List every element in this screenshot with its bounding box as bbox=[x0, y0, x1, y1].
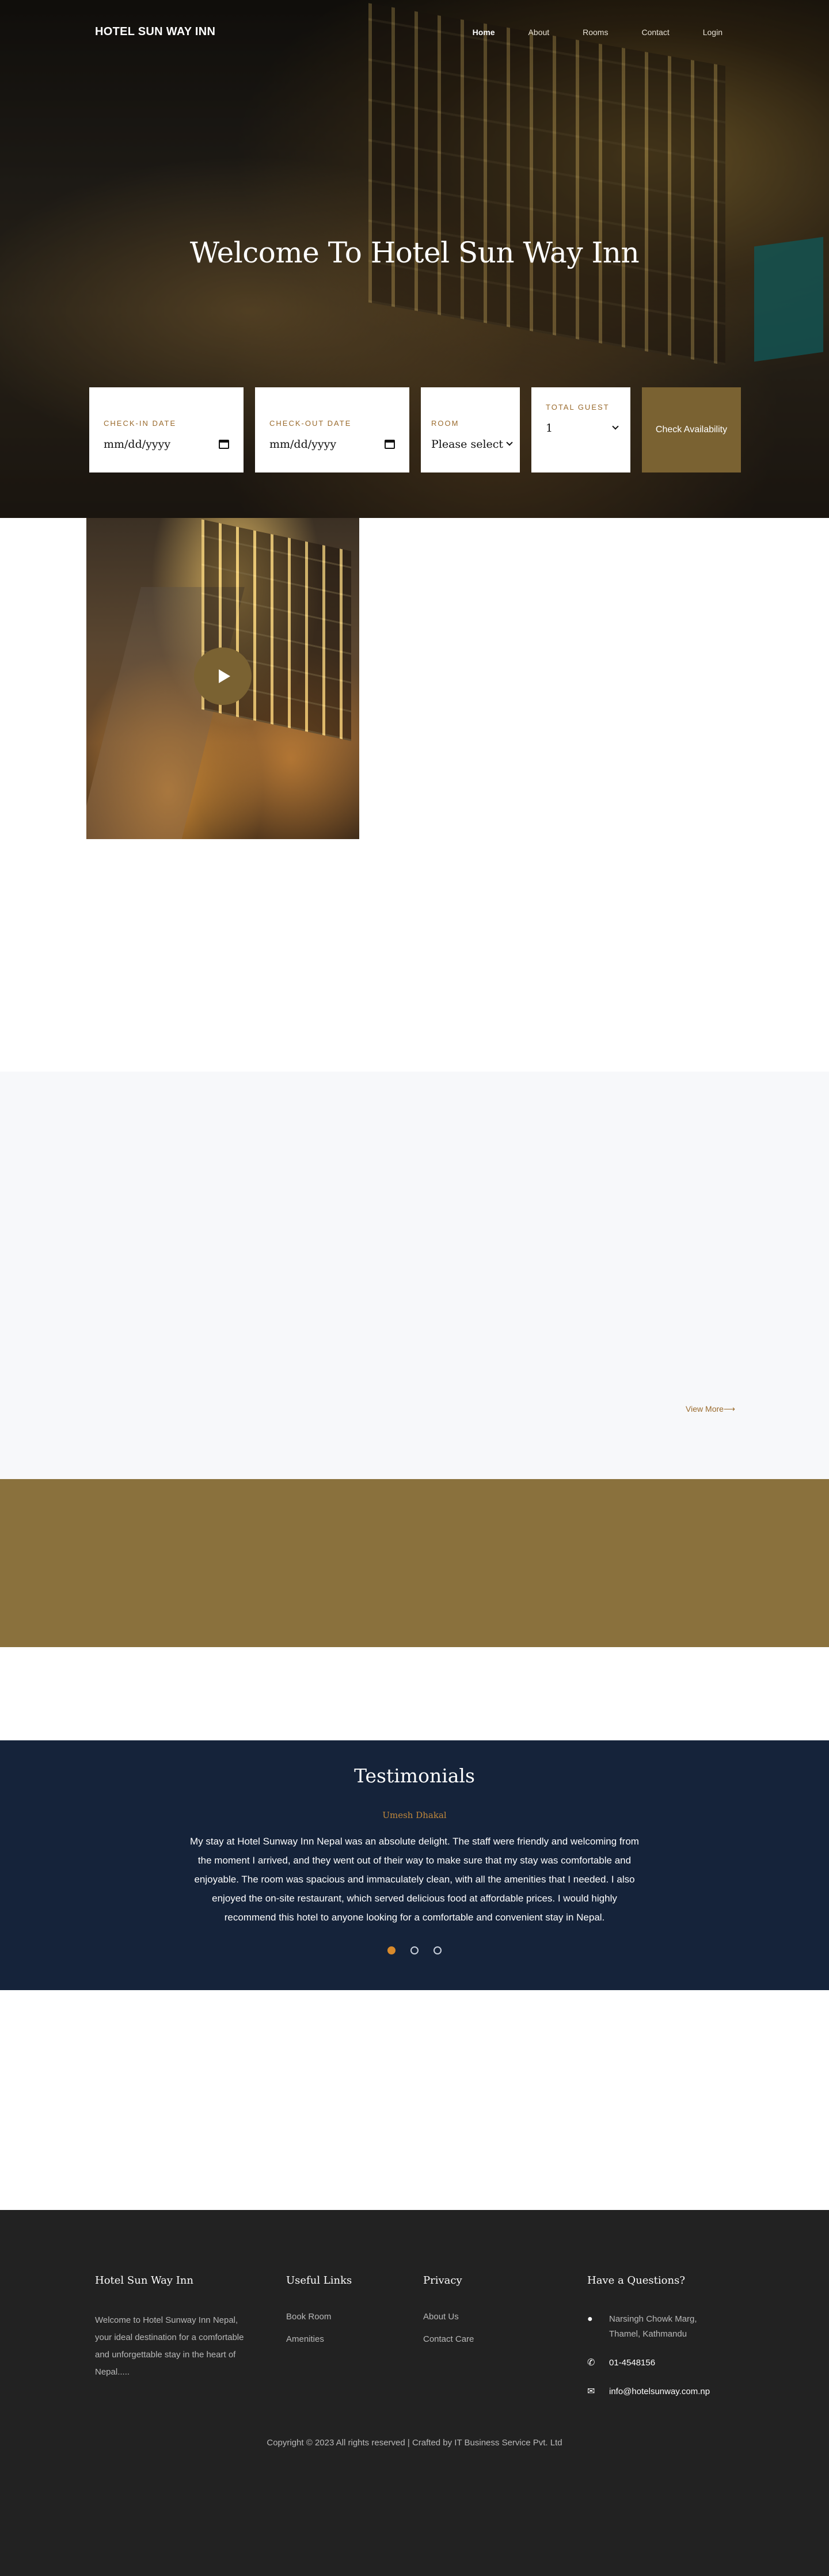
calendar-icon[interactable] bbox=[385, 440, 395, 449]
play-video-button[interactable] bbox=[194, 647, 252, 705]
checkout-field[interactable]: CHECK-OUT DATE mm/dd/yyyy bbox=[255, 387, 409, 472]
checkout-input[interactable]: mm/dd/yyyy bbox=[269, 438, 395, 451]
footer-about-text: Welcome to Hotel Sunway Inn Nepal, your … bbox=[95, 2315, 244, 2377]
footer-email[interactable]: info@hotelsunway.com.np bbox=[609, 2384, 710, 2399]
carousel-dot-3[interactable] bbox=[433, 1946, 442, 1954]
checkout-label: CHECK-OUT DATE bbox=[269, 419, 352, 428]
checkin-label: CHECK-IN DATE bbox=[104, 419, 177, 428]
footer-link-contact-care[interactable]: Contact Care bbox=[423, 2334, 538, 2344]
guest-value: 1 bbox=[546, 422, 553, 435]
footer-links-title: Useful Links bbox=[286, 2274, 352, 2287]
testimonial-author: Umesh Dhakal bbox=[382, 1810, 447, 1820]
footer-phone-row[interactable]: ✆ 01-4548156 bbox=[587, 2356, 737, 2371]
nav-link-login[interactable]: Login bbox=[703, 28, 722, 37]
footer-about: Hotel Sun Way Inn Welcome to Hotel Sunwa… bbox=[95, 2274, 250, 2381]
checkin-input[interactable]: mm/dd/yyyy bbox=[104, 438, 229, 451]
rooms-section: View More⟶ bbox=[0, 1072, 829, 1479]
video-facade-image bbox=[201, 519, 351, 741]
checkin-field[interactable]: CHECK-IN DATE mm/dd/yyyy bbox=[89, 387, 244, 472]
testimonial-text: My stay at Hotel Sunway Inn Nepal was an… bbox=[190, 1836, 639, 1923]
hero-title: Welcome To Hotel Sun Way Inn bbox=[189, 236, 640, 269]
footer-useful-links: Useful Links Book Room Amenities bbox=[286, 2274, 390, 2357]
nav-link-rooms[interactable]: Rooms bbox=[583, 28, 608, 37]
footer-about-title: Hotel Sun Way Inn bbox=[95, 2274, 193, 2287]
footer-privacy-title: Privacy bbox=[423, 2274, 462, 2287]
footer-address-row: ● Narsingh Chowk Marg, Thamel, Kathmandu bbox=[587, 2312, 737, 2342]
check-availability-button[interactable]: Check Availability bbox=[642, 387, 741, 472]
carousel-dots bbox=[0, 1946, 829, 1954]
booking-form: CHECK-IN DATE mm/dd/yyyy CHECK-OUT DATE … bbox=[89, 387, 741, 472]
footer-link-about-us[interactable]: About Us bbox=[423, 2312, 538, 2322]
checkout-value: mm/dd/yyyy bbox=[269, 438, 337, 451]
footer-email-row[interactable]: ✉ info@hotelsunway.com.np bbox=[587, 2384, 737, 2399]
brand-logo[interactable]: HOTEL SUN WAY INN bbox=[95, 25, 215, 39]
map-pin-icon: ● bbox=[587, 2314, 593, 2324]
footer-privacy: Privacy About Us Contact Care bbox=[423, 2274, 538, 2357]
footer-link-book-room[interactable]: Book Room bbox=[286, 2312, 390, 2322]
checkin-value: mm/dd/yyyy bbox=[104, 438, 171, 451]
nav-link-about[interactable]: About bbox=[528, 28, 550, 37]
carousel-dot-2[interactable] bbox=[410, 1946, 419, 1954]
envelope-icon: ✉ bbox=[587, 2387, 595, 2396]
room-label: ROOM bbox=[431, 419, 459, 428]
footer: Hotel Sun Way Inn Welcome to Hotel Sunwa… bbox=[0, 2210, 829, 2576]
room-value: Please select bbox=[431, 438, 504, 451]
chevron-down-icon bbox=[506, 439, 513, 446]
hero-section: HOTEL SUN WAY INN Home About Rooms Conta… bbox=[0, 0, 829, 518]
footer-address: Narsingh Chowk Marg, Thamel, Kathmandu bbox=[609, 2314, 697, 2339]
room-select[interactable]: Please select bbox=[431, 438, 513, 451]
phone-icon: ✆ bbox=[587, 2358, 595, 2368]
promo-band bbox=[0, 1479, 829, 1647]
footer-contact-title: Have a Questions? bbox=[587, 2274, 685, 2287]
footer-link-amenities[interactable]: Amenities bbox=[286, 2334, 390, 2344]
guest-label: TOTAL GUEST bbox=[546, 403, 610, 411]
copyright-text: Copyright © 2023 All rights reserved | C… bbox=[267, 2438, 562, 2448]
top-navigation: HOTEL SUN WAY INN Home About Rooms Conta… bbox=[0, 0, 829, 63]
view-more-rooms-link[interactable]: View More⟶ bbox=[686, 1404, 735, 1414]
testimonials-title: Testimonials bbox=[354, 1765, 475, 1787]
nav-links: Home About Rooms Contact Login bbox=[439, 28, 722, 37]
footer-contact: Have a Questions? ● Narsingh Chowk Marg,… bbox=[587, 2274, 737, 2413]
nav-link-contact[interactable]: Contact bbox=[641, 28, 669, 37]
carousel-dot-1[interactable] bbox=[387, 1946, 396, 1954]
chevron-down-icon bbox=[612, 423, 619, 430]
testimonials-section: Testimonials Umesh Dhakal My stay at Hot… bbox=[0, 1740, 829, 1990]
play-icon bbox=[218, 669, 230, 683]
footer-phone[interactable]: 01-4548156 bbox=[609, 2356, 655, 2371]
guest-field[interactable]: TOTAL GUEST 1 bbox=[531, 387, 630, 472]
calendar-icon[interactable] bbox=[219, 440, 229, 449]
nav-link-home[interactable]: Home bbox=[473, 28, 495, 37]
room-field[interactable]: ROOM Please select bbox=[421, 387, 520, 472]
guest-select[interactable]: 1 bbox=[546, 422, 619, 435]
